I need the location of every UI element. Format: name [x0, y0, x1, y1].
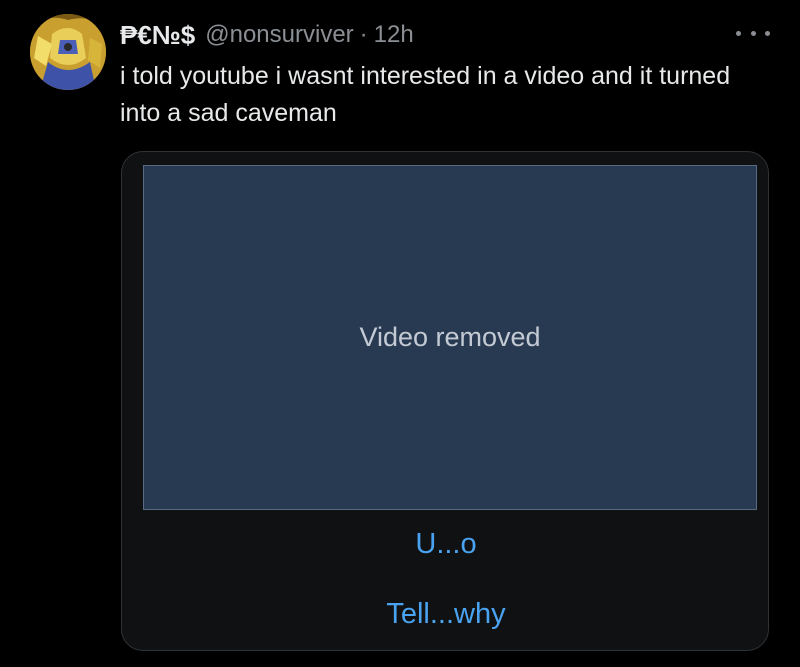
video-placeholder[interactable]: Video removed: [143, 165, 757, 510]
tweet-view: ₱€№$ @nonsurviver · 12h i told youtube i…: [0, 0, 800, 667]
card-link-tell-why[interactable]: Tell...why: [122, 598, 770, 631]
more-horizontal-icon-dot: [750, 30, 756, 36]
embedded-card[interactable]: Video removed U...o Tell...why: [121, 151, 769, 651]
separator-dot: ·: [359, 21, 368, 48]
timestamp[interactable]: 12h: [374, 21, 414, 49]
display-name[interactable]: ₱€№$: [120, 20, 195, 51]
more-horizontal-icon: [736, 30, 741, 36]
tweet-text: i told youtube i wasnt interested in a v…: [120, 62, 731, 127]
video-removed-label: Video removed: [359, 322, 541, 352]
card-link-undo[interactable]: U...o: [122, 528, 770, 561]
more-options-button[interactable]: [736, 22, 770, 44]
user-handle[interactable]: @nonsurviver: [205, 21, 353, 49]
avatar[interactable]: [30, 14, 106, 90]
more-horizontal-icon-dot: [765, 30, 770, 36]
tweet-header: ₱€№$ @nonsurviver · 12h: [120, 18, 414, 52]
avatar-image: [30, 14, 106, 90]
